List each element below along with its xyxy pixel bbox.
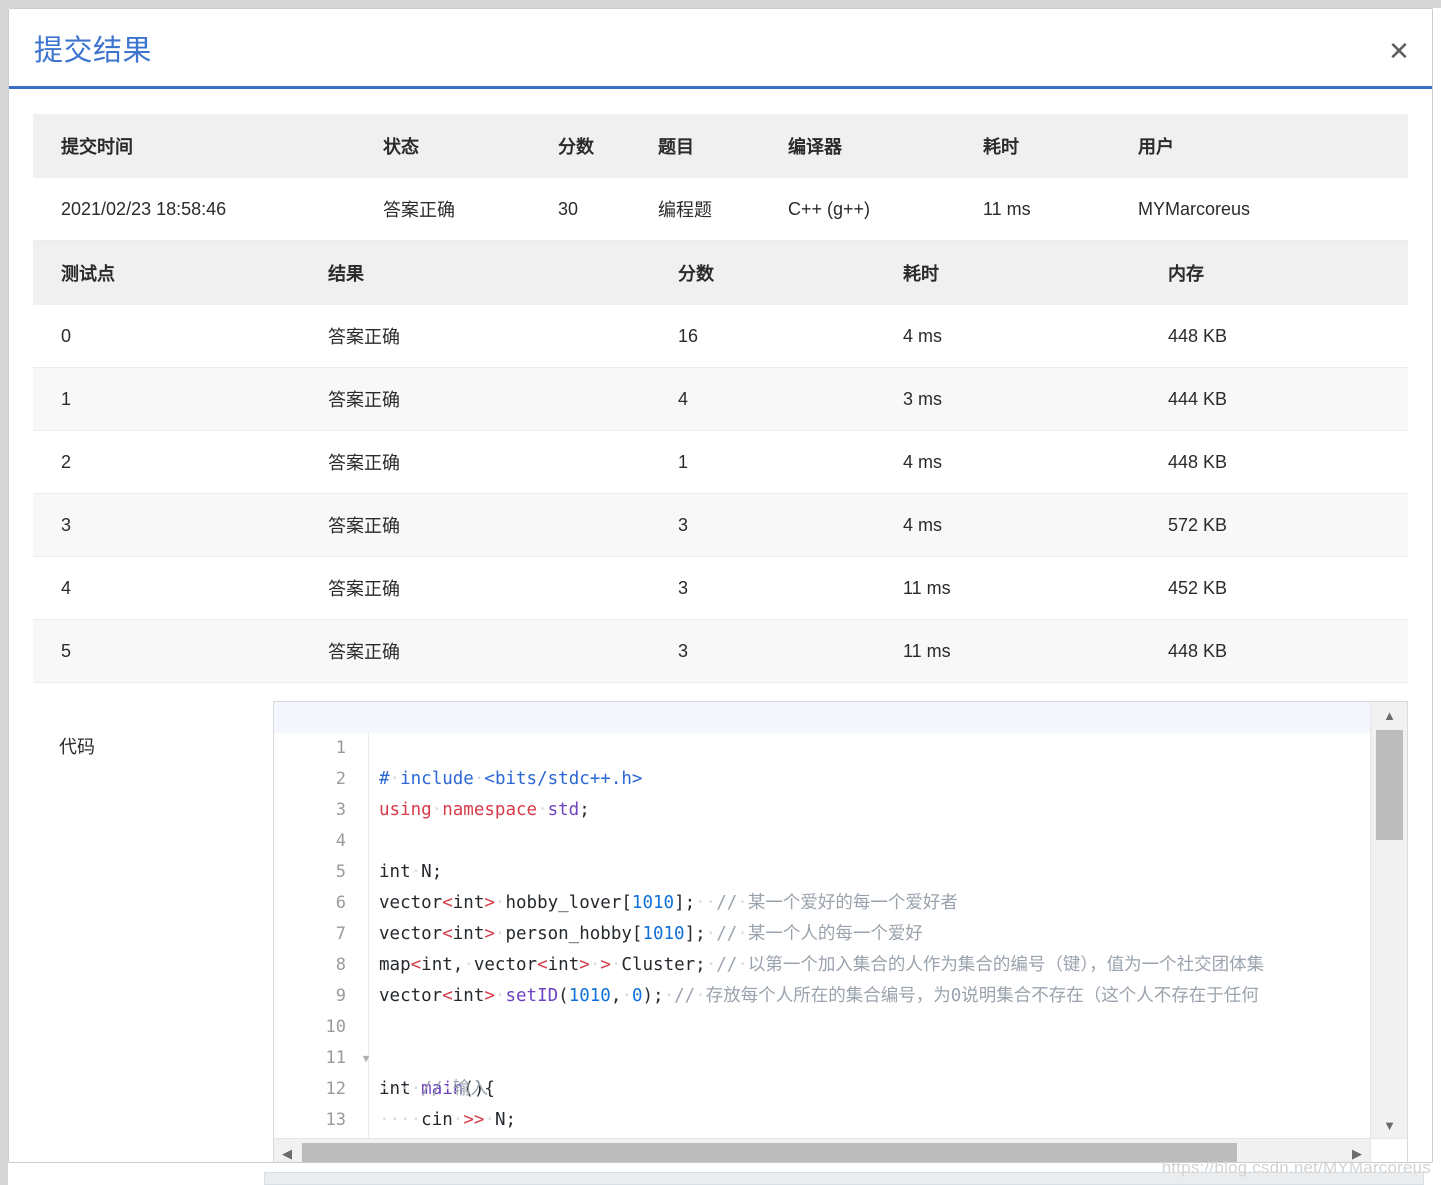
testcase-result: 答案正确 xyxy=(328,430,678,494)
code-vertical-scrollbar[interactable]: ▲ ▼ xyxy=(1370,702,1407,1138)
testcase-time: 11 ms xyxy=(903,556,1168,620)
testcase-score: 3 xyxy=(678,493,903,557)
testcase-col-result: 结果 xyxy=(328,241,678,305)
code-line: 10 ▼ int·main(){ xyxy=(274,981,1370,1099)
testcase-score: 3 xyxy=(678,556,903,620)
summary-col-score: 分数 xyxy=(558,114,658,178)
submission-summary-table: 提交时间 状态 分数 题目 编译器 耗时 用户 2021/02/23 18:58… xyxy=(33,114,1408,241)
testcase-memory: 448 KB xyxy=(1168,430,1408,494)
page-backdrop-left xyxy=(0,0,8,1185)
testcase-result: 答案正确 xyxy=(328,556,678,620)
testcase-memory: 448 KB xyxy=(1168,619,1408,683)
testcase-header-row: 测试点 结果 分数 耗时 内存 xyxy=(33,241,1408,305)
testcase-id: 0 xyxy=(33,305,328,368)
code-line: 4 int·N; xyxy=(274,795,1370,882)
testcase-memory: 444 KB xyxy=(1168,367,1408,431)
table-row: 3 答案正确 3 4 ms 572 KB xyxy=(33,493,1408,557)
code-label: 代码 xyxy=(59,737,95,757)
code-line: 7 map<int,·vector<int>·>·Cluster;·//·以第一… xyxy=(274,888,1370,975)
summary-user: MYMarcoreus xyxy=(1138,178,1408,241)
summary-header-row: 提交时间 状态 分数 题目 编译器 耗时 用户 xyxy=(33,114,1408,178)
summary-col-problem: 题目 xyxy=(658,114,788,178)
summary-col-compiler: 编译器 xyxy=(788,114,983,178)
dialog-body: 提交时间 状态 分数 题目 编译器 耗时 用户 2021/02/23 18:58… xyxy=(9,89,1432,1162)
scroll-down-icon[interactable]: ▼ xyxy=(1371,1112,1407,1138)
testcase-score: 4 xyxy=(678,367,903,431)
testcase-score: 1 xyxy=(678,430,903,494)
summary-col-user: 用户 xyxy=(1138,114,1408,178)
summary-col-status: 状态 xyxy=(383,114,558,178)
summary-problem: 编程题 xyxy=(658,178,788,241)
dialog-header: 提交结果 ✕ xyxy=(9,9,1432,89)
code-line: 5 vector<int>·hobby_lover[1010];··//·某一个… xyxy=(274,826,1370,913)
testcase-id: 4 xyxy=(33,556,328,620)
testcase-id: 5 xyxy=(33,619,328,683)
page-backdrop-top xyxy=(0,0,1441,8)
summary-time: 11 ms xyxy=(983,178,1138,241)
testcase-id: 1 xyxy=(33,367,328,431)
table-row: 0 答案正确 16 4 ms 448 KB xyxy=(33,305,1408,368)
submission-result-dialog: 提交结果 ✕ 提交时间 状态 分数 题目 编译器 耗时 用户 2021/02/2… xyxy=(8,8,1433,1163)
testcase-col-id: 测试点 xyxy=(33,241,328,305)
summary-row: 2021/02/23 18:58:46 答案正确 30 编程题 C++ (g++… xyxy=(33,178,1408,241)
watermark: https://blog.csdn.net/MYMarcoreus xyxy=(1161,1158,1431,1177)
table-row: 1 答案正确 4 3 ms 444 KB xyxy=(33,367,1408,431)
scroll-up-icon[interactable]: ▲ xyxy=(1371,702,1407,728)
testcase-memory: 452 KB xyxy=(1168,556,1408,620)
vertical-scroll-thumb[interactable] xyxy=(1376,730,1403,840)
testcase-col-memory: 内存 xyxy=(1168,241,1408,305)
table-row: 2 答案正确 1 4 ms 448 KB xyxy=(33,430,1408,494)
testcase-memory: 448 KB xyxy=(1168,305,1408,368)
code-line: 3 xyxy=(274,764,1370,820)
code-line: 11 ····//·输入 xyxy=(274,1012,1370,1099)
testcase-result: 答案正确 xyxy=(328,619,678,683)
scroll-left-icon[interactable]: ◀ xyxy=(274,1139,300,1162)
code-line: 1 #·include·<bits/stdc++.h> xyxy=(274,702,1370,789)
code-line: 6 vector<int>·person_hobby[1010];·//·某一个… xyxy=(274,857,1370,944)
page-title: 提交结果 xyxy=(34,35,153,67)
testcase-col-time: 耗时 xyxy=(903,241,1168,305)
testcase-time: 3 ms xyxy=(903,367,1168,431)
testcase-id: 3 xyxy=(33,493,328,557)
testcase-time: 11 ms xyxy=(903,619,1168,683)
table-row: 5 答案正确 3 11 ms 448 KB xyxy=(33,619,1408,683)
status-badge: 答案正确 xyxy=(383,178,558,241)
summary-submit-time: 2021/02/23 18:58:46 xyxy=(33,178,383,241)
testcase-score: 16 xyxy=(678,305,903,368)
code-line: 9 xyxy=(274,950,1370,1006)
code-viewport[interactable]: 1 #·include·<bits/stdc++.h> 2 using·name… xyxy=(274,702,1370,1138)
testcase-col-score: 分数 xyxy=(678,241,903,305)
horizontal-scroll-thumb[interactable] xyxy=(302,1143,1237,1162)
testcase-score: 3 xyxy=(678,619,903,683)
table-row: 4 答案正确 3 11 ms 452 KB xyxy=(33,556,1408,620)
code-editor[interactable]: 1 #·include·<bits/stdc++.h> 2 using·name… xyxy=(273,701,1408,1162)
testcase-memory: 572 KB xyxy=(1168,493,1408,557)
testcase-time: 4 ms xyxy=(903,305,1168,368)
testcase-time: 4 ms xyxy=(903,493,1168,557)
code-line: 13 ▼ ····for(int·person·=·1;person·<=·N;… xyxy=(274,1074,1370,1130)
testcase-result: 答案正确 xyxy=(328,305,678,368)
testcase-table: 测试点 结果 分数 耗时 内存 0 答案正确 16 4 ms 448 KB 1 xyxy=(33,241,1408,683)
close-icon[interactable]: ✕ xyxy=(1384,37,1414,67)
code-line: 8 vector<int>·setID(1010,·0);·//·存放每个人所在… xyxy=(274,919,1370,1006)
testcase-result: 答案正确 xyxy=(328,367,678,431)
code-line: 12 ····cin·>>·N; xyxy=(274,1043,1370,1130)
code-line: 2 using·namespace·std; xyxy=(274,733,1370,820)
code-section: 代码 1 #·include·<bits/stdc++.h> 2 using·n… xyxy=(33,701,1408,1162)
testcase-id: 2 xyxy=(33,430,328,494)
testcase-time: 4 ms xyxy=(903,430,1168,494)
summary-col-time: 耗时 xyxy=(983,114,1138,178)
testcase-result: 答案正确 xyxy=(328,493,678,557)
summary-compiler: C++ (g++) xyxy=(788,178,983,241)
summary-col-submit-time: 提交时间 xyxy=(33,114,383,178)
code-line: 14 ········int·K; xyxy=(274,1105,1370,1136)
summary-score: 30 xyxy=(558,178,658,241)
